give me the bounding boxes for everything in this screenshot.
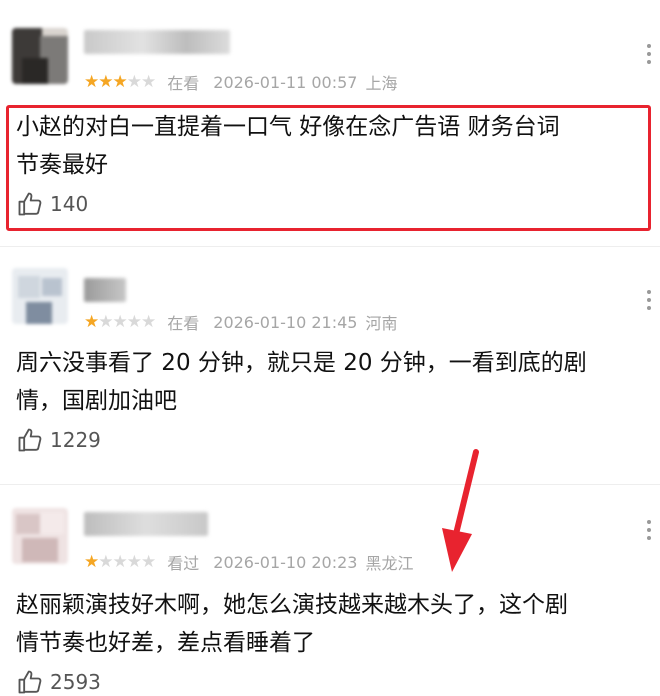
red-arrow-icon	[442, 449, 479, 572]
